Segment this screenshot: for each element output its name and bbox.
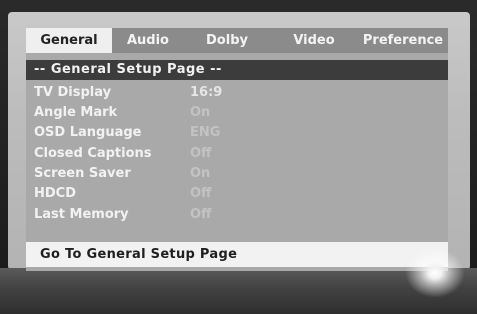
setting-osd-language[interactable]: OSD Language ENG <box>34 123 434 143</box>
tab-general[interactable]: General <box>26 28 112 53</box>
light-flare <box>405 248 465 298</box>
setting-value: Off <box>190 207 212 222</box>
setting-value: Off <box>190 186 212 201</box>
setting-closed-captions[interactable]: Closed Captions Off <box>34 144 434 164</box>
tab-bar: General Audio Dolby Video Preference <box>26 28 448 53</box>
setting-value: On <box>190 166 211 181</box>
setting-label: Screen Saver <box>34 166 131 181</box>
setting-hdcd[interactable]: HDCD Off <box>34 184 434 204</box>
setting-label: TV Display <box>34 85 112 100</box>
setting-tv-display[interactable]: TV Display 16:9 <box>34 83 434 103</box>
tab-preference[interactable]: Preference <box>358 28 448 53</box>
setting-label: OSD Language <box>34 125 142 140</box>
setup-menu: General Audio Dolby Video Preference -- … <box>26 28 448 271</box>
setting-label: Closed Captions <box>34 146 152 161</box>
setting-value: ENG <box>190 125 221 140</box>
setting-value: 16:9 <box>190 85 223 100</box>
tab-video[interactable]: Video <box>270 28 358 53</box>
page-title: -- General Setup Page -- <box>26 60 448 80</box>
status-bar: Go To General Setup Page <box>26 242 448 267</box>
tab-audio[interactable]: Audio <box>112 28 184 53</box>
setting-label: HDCD <box>34 186 77 201</box>
tab-dolby[interactable]: Dolby <box>184 28 270 53</box>
setting-last-memory[interactable]: Last Memory Off <box>34 205 434 225</box>
setting-angle-mark[interactable]: Angle Mark On <box>34 103 434 123</box>
setting-label: Angle Mark <box>34 105 118 120</box>
setting-value: Off <box>190 146 212 161</box>
setting-value: On <box>190 105 211 120</box>
setting-label: Last Memory <box>34 207 129 222</box>
setting-screen-saver[interactable]: Screen Saver On <box>34 164 434 184</box>
